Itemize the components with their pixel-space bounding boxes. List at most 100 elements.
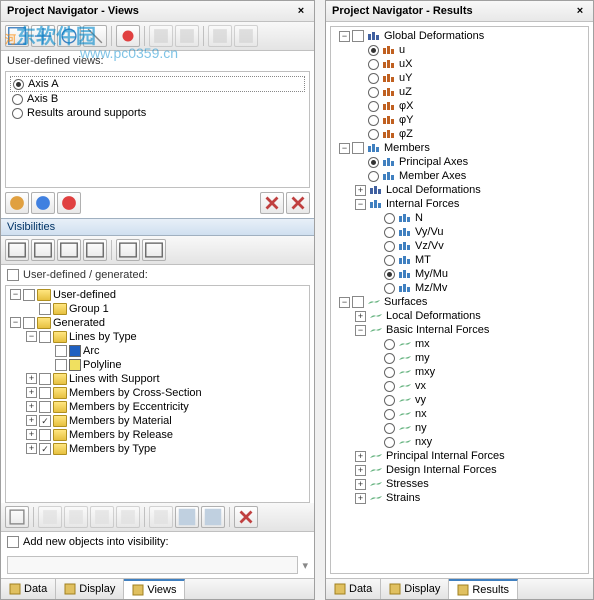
- radio-icon[interactable]: [368, 73, 379, 84]
- view-btn-8[interactable]: [208, 25, 232, 47]
- view-btn-5[interactable]: [116, 25, 140, 47]
- tree-item[interactable]: −Surfaces: [333, 295, 586, 309]
- tree-item[interactable]: φY: [333, 113, 586, 127]
- tree-item[interactable]: +Members by Material: [8, 414, 307, 428]
- radio-icon[interactable]: [384, 269, 395, 280]
- tree-item[interactable]: nx: [333, 407, 586, 421]
- tree-item[interactable]: u: [333, 43, 586, 57]
- tree-item[interactable]: φZ: [333, 127, 586, 141]
- checkbox-icon[interactable]: [23, 289, 35, 301]
- tree-item[interactable]: Principal Axes: [333, 155, 586, 169]
- close-icon[interactable]: ×: [294, 4, 308, 18]
- vis-btn-4[interactable]: [83, 239, 107, 261]
- expander-icon[interactable]: +: [355, 185, 366, 196]
- vis-btn-1[interactable]: [5, 239, 29, 261]
- tree-item[interactable]: +Members by Eccentricity: [8, 400, 307, 414]
- radio-icon[interactable]: [384, 395, 395, 406]
- tab-data[interactable]: Data: [326, 579, 381, 599]
- radio-icon[interactable]: [384, 409, 395, 420]
- expander-icon[interactable]: +: [355, 493, 366, 504]
- expander-icon[interactable]: +: [355, 451, 366, 462]
- radio-option[interactable]: Axis A: [10, 76, 305, 92]
- tree-item[interactable]: my: [333, 351, 586, 365]
- tree-item[interactable]: vy: [333, 393, 586, 407]
- tab-data[interactable]: Data: [1, 579, 56, 599]
- tab-views[interactable]: Views: [124, 579, 185, 599]
- btm-btn-delete[interactable]: [234, 506, 258, 528]
- user-defined-generated-row[interactable]: User-defined / generated:: [1, 265, 314, 285]
- btm-btn-6[interactable]: [149, 506, 173, 528]
- tree-item[interactable]: N: [333, 211, 586, 225]
- checkbox-icon[interactable]: [39, 331, 51, 343]
- expander-icon[interactable]: +: [355, 311, 366, 322]
- btm-btn-8[interactable]: [201, 506, 225, 528]
- add-new-input[interactable]: [7, 556, 298, 574]
- radio-icon[interactable]: [368, 171, 379, 182]
- tree-item[interactable]: +Design Internal Forces: [333, 463, 586, 477]
- radio-icon[interactable]: [384, 227, 395, 238]
- checkbox-icon[interactable]: [352, 142, 364, 154]
- checkbox-icon[interactable]: [55, 359, 67, 371]
- radio-icon[interactable]: [368, 115, 379, 126]
- delete-all-button[interactable]: [286, 192, 310, 214]
- tab-display[interactable]: Display: [381, 579, 449, 599]
- save-view-button[interactable]: [57, 192, 81, 214]
- tree-item[interactable]: +Lines with Support: [8, 372, 307, 386]
- radio-icon[interactable]: [368, 87, 379, 98]
- tree-item[interactable]: +Stresses: [333, 477, 586, 491]
- radio-option[interactable]: Results around supports: [10, 106, 305, 120]
- checkbox-icon[interactable]: [23, 317, 35, 329]
- tree-item[interactable]: ny: [333, 421, 586, 435]
- vis-btn-3[interactable]: [57, 239, 81, 261]
- checkbox-icon[interactable]: [352, 296, 364, 308]
- tree-item[interactable]: −Internal Forces: [333, 197, 586, 211]
- expander-icon[interactable]: −: [10, 289, 21, 300]
- user-views-list[interactable]: Axis AAxis BResults around supports: [5, 71, 310, 188]
- expander-icon[interactable]: +: [355, 479, 366, 490]
- checkbox-icon[interactable]: [7, 536, 19, 548]
- tree-item[interactable]: uX: [333, 57, 586, 71]
- radio-icon[interactable]: [368, 157, 379, 168]
- view-btn-9[interactable]: [234, 25, 258, 47]
- tree-item[interactable]: +Members by Cross-Section: [8, 386, 307, 400]
- checkbox-icon[interactable]: [55, 345, 67, 357]
- tree-item[interactable]: −User-defined: [8, 288, 307, 302]
- results-tree[interactable]: −Global DeformationsuuXuYuZφXφYφZ−Member…: [330, 26, 589, 574]
- btm-btn-2[interactable]: [38, 506, 62, 528]
- close-icon[interactable]: ×: [573, 4, 587, 18]
- radio-icon[interactable]: [368, 129, 379, 140]
- expander-icon[interactable]: +: [26, 387, 37, 398]
- tree-item[interactable]: −Basic Internal Forces: [333, 323, 586, 337]
- checkbox-icon[interactable]: [39, 401, 51, 413]
- btm-btn-5[interactable]: [116, 506, 140, 528]
- expander-icon[interactable]: +: [26, 429, 37, 440]
- tree-item[interactable]: Arc: [8, 344, 307, 358]
- edit-view-button[interactable]: [31, 192, 55, 214]
- expander-icon[interactable]: +: [26, 443, 37, 454]
- tree-item[interactable]: mx: [333, 337, 586, 351]
- tree-item[interactable]: +Strains: [333, 491, 586, 505]
- tree-item[interactable]: Vy/Vu: [333, 225, 586, 239]
- expander-icon[interactable]: +: [26, 415, 37, 426]
- btm-btn-4[interactable]: [90, 506, 114, 528]
- checkbox-icon[interactable]: [39, 387, 51, 399]
- tree-item[interactable]: +Local Deformations: [333, 183, 586, 197]
- tree-item[interactable]: Vz/Vv: [333, 239, 586, 253]
- tree-item[interactable]: +Local Deformations: [333, 309, 586, 323]
- tree-item[interactable]: uZ: [333, 85, 586, 99]
- view-btn-3[interactable]: [57, 25, 81, 47]
- vis-btn-2[interactable]: [31, 239, 55, 261]
- view-btn-7[interactable]: [175, 25, 199, 47]
- expander-icon[interactable]: −: [339, 143, 350, 154]
- btm-btn-7[interactable]: [175, 506, 199, 528]
- vis-btn-6[interactable]: [142, 239, 166, 261]
- expander-icon[interactable]: −: [355, 325, 366, 336]
- dropdown-icon[interactable]: ▾: [302, 559, 308, 572]
- checkbox-icon[interactable]: [39, 303, 51, 315]
- radio-icon[interactable]: [368, 45, 379, 56]
- radio-icon[interactable]: [384, 353, 395, 364]
- checkbox-icon[interactable]: [39, 415, 51, 427]
- radio-icon[interactable]: [384, 381, 395, 392]
- tree-item[interactable]: uY: [333, 71, 586, 85]
- tree-item[interactable]: My/Mu: [333, 267, 586, 281]
